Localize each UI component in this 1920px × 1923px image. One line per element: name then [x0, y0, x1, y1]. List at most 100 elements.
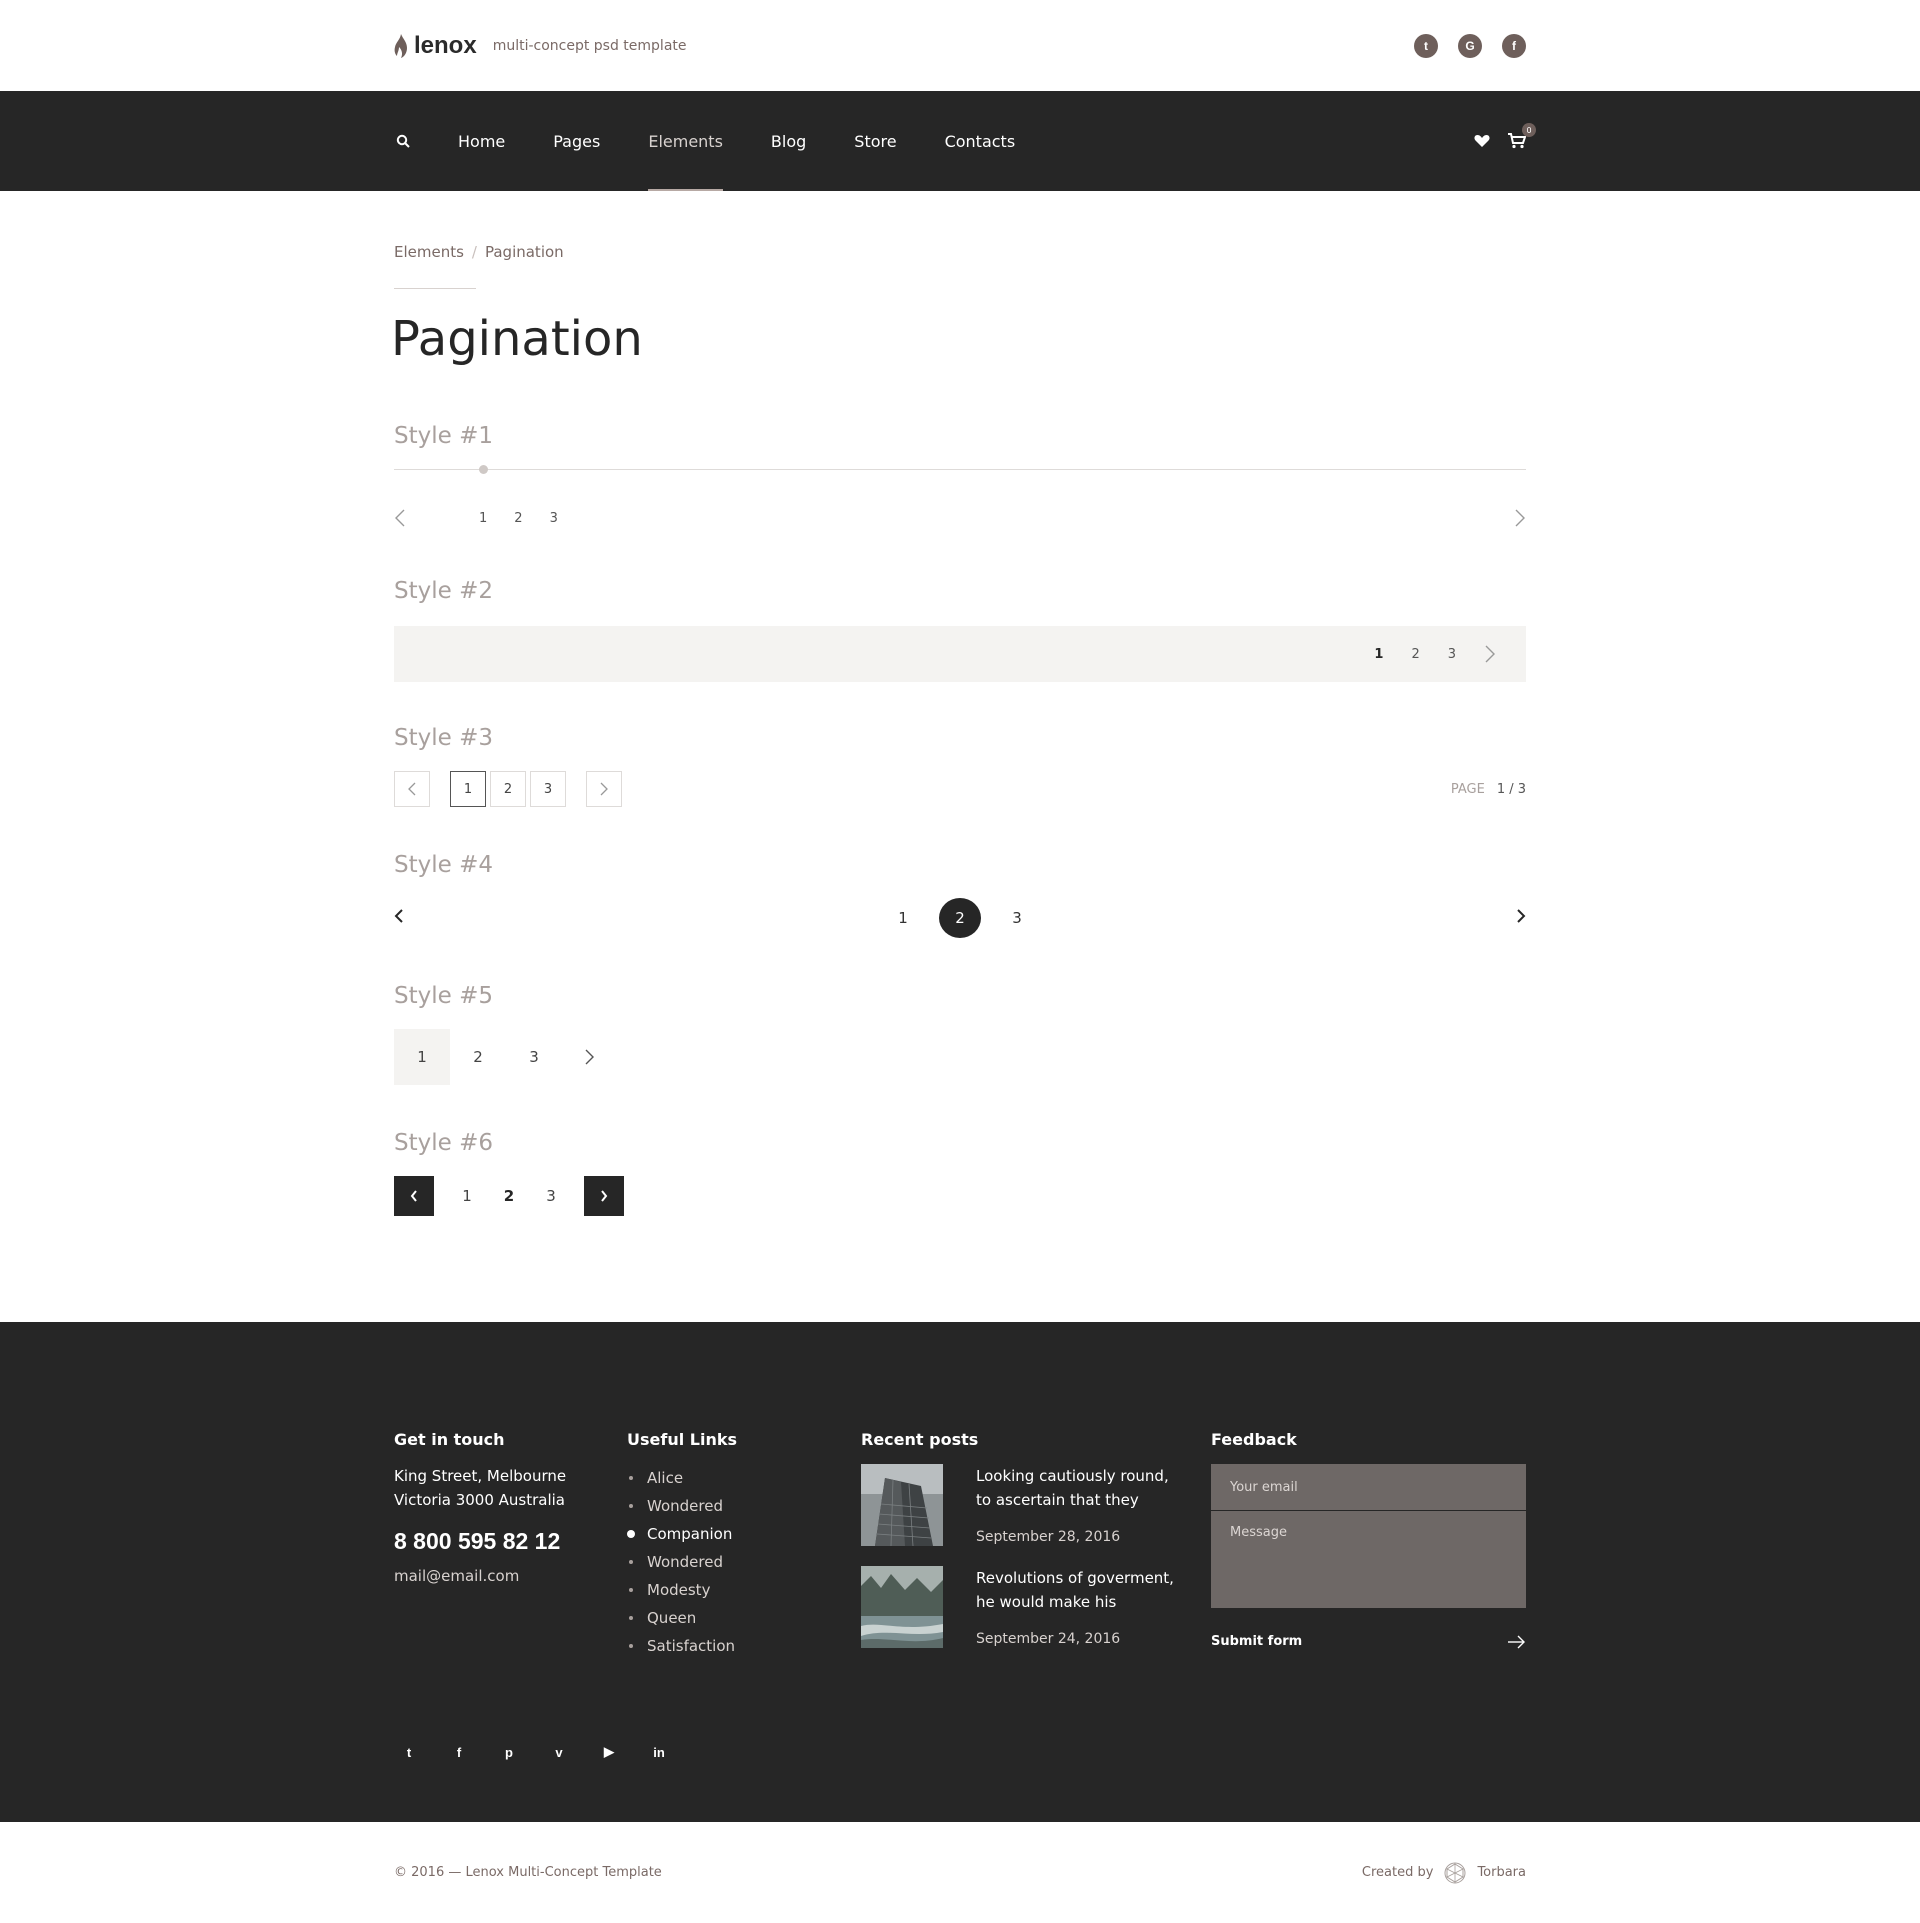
breadcrumb-elements[interactable]: Elements — [394, 243, 464, 261]
footer-link[interactable]: Wondered — [627, 1492, 861, 1520]
linkedin-icon[interactable]: in — [650, 1743, 668, 1761]
youtube-icon[interactable]: ▶ — [600, 1743, 618, 1761]
breadcrumb-separator: / — [471, 243, 477, 261]
progress-dot — [479, 465, 488, 474]
facebook-icon[interactable]: f — [1502, 33, 1526, 58]
page-2[interactable]: 2 — [939, 898, 981, 938]
prev-button[interactable] — [394, 1176, 434, 1216]
nav-home[interactable]: Home — [458, 91, 505, 191]
vimeo-icon[interactable]: v — [550, 1743, 568, 1761]
post-thumbnail-skyscraper — [861, 1464, 943, 1546]
page-3[interactable]: 3 — [530, 771, 566, 807]
recent-post[interactable]: Looking cautiously round, to ascertain t… — [861, 1464, 1211, 1546]
page-value: 1 / 3 — [1496, 781, 1526, 797]
copyright: © 2016 — Lenox Multi-Concept Template — [394, 1865, 662, 1880]
email-link[interactable]: mail@email.com — [394, 1567, 627, 1585]
submit-form-button[interactable]: Submit form — [1211, 1634, 1526, 1649]
cart-count-badge: 0 — [1522, 123, 1536, 137]
author-link[interactable]: Torbara — [1477, 1865, 1526, 1880]
next-button[interactable] — [584, 1176, 624, 1216]
page-2[interactable]: 2 — [1411, 647, 1419, 662]
page-2[interactable]: 2 — [514, 511, 522, 526]
page-1[interactable]: 1 — [450, 771, 486, 807]
footer-link[interactable]: Queen — [627, 1604, 861, 1632]
chevron-right-icon[interactable] — [562, 1047, 618, 1067]
feedback-email-input[interactable]: Your email — [1211, 1464, 1526, 1511]
main-content: Elements / Pagination Pagination Style #… — [391, 191, 1526, 1216]
google-icon[interactable]: G — [1458, 33, 1482, 58]
page-1[interactable]: 1 — [479, 511, 487, 526]
post-title[interactable]: Looking cautiously round, to ascertain t… — [976, 1464, 1176, 1512]
footer-link[interactable]: Wondered — [627, 1548, 861, 1576]
address-line-2: Victoria 3000 Australia — [394, 1491, 565, 1509]
page-1[interactable]: 1 — [882, 909, 924, 927]
footer-recent-posts: Recent posts Looking cautiously round, t… — [861, 1430, 1211, 1668]
heart-icon[interactable] — [1474, 134, 1490, 148]
pinterest-icon[interactable]: p — [500, 1743, 518, 1761]
nav-blog[interactable]: Blog — [771, 91, 806, 191]
feedback-message-input[interactable]: Message — [1211, 1511, 1526, 1608]
chevron-right-icon[interactable] — [1516, 908, 1526, 924]
facebook-icon[interactable]: f — [450, 1743, 468, 1761]
nav-pages[interactable]: Pages — [553, 91, 600, 191]
chevron-right-icon[interactable] — [1484, 644, 1496, 664]
page-3[interactable]: 3 — [1448, 647, 1456, 662]
address: King Street, Melbourne Victoria 3000 Aus… — [394, 1464, 627, 1512]
page-2[interactable]: 2 — [450, 1048, 506, 1066]
chevron-right-icon — [601, 1190, 608, 1202]
next-button[interactable] — [586, 771, 622, 807]
prev-button[interactable] — [394, 771, 430, 807]
flame-logo-icon — [394, 33, 407, 58]
footer-heading: Recent posts — [861, 1430, 979, 1449]
page-3[interactable]: 3 — [996, 909, 1038, 927]
page-1[interactable]: 1 — [446, 1187, 488, 1205]
page-3[interactable]: 3 — [530, 1187, 572, 1205]
page-2[interactable]: 2 — [490, 771, 526, 807]
pagination-style-1: Style #1 1 2 3 — [394, 423, 1526, 533]
style-label: Style #2 — [394, 578, 493, 604]
pagination-style-4: Style #4 1 2 3 — [394, 852, 1526, 938]
style-label: Style #4 — [394, 852, 493, 878]
logo[interactable]: lenox — [394, 32, 477, 60]
chevron-left-icon — [410, 1190, 417, 1202]
breadcrumb-current: Pagination — [484, 243, 564, 261]
footer-heading: Get in touch — [394, 1430, 505, 1449]
chevron-left-icon[interactable] — [394, 908, 404, 924]
page-2[interactable]: 2 — [488, 1187, 530, 1205]
cart-button[interactable]: 0 — [1508, 123, 1536, 149]
footer-links: Useful Links Alice Wondered Companion Wo… — [627, 1430, 861, 1668]
main-nav: Home Pages Elements Blog Store Contacts … — [0, 91, 1920, 191]
arrow-right-icon — [1508, 1635, 1525, 1648]
twitter-icon[interactable]: t — [400, 1743, 418, 1761]
post-title[interactable]: Revolutions of goverment, he would make … — [976, 1566, 1176, 1614]
chevron-left-icon — [408, 782, 416, 796]
page-1[interactable]: 1 — [1374, 647, 1383, 662]
bottom-bar: © 2016 — Lenox Multi-Concept Template Cr… — [0, 1822, 1920, 1923]
footer-link[interactable]: Satisfaction — [627, 1632, 861, 1660]
search-icon[interactable] — [396, 134, 410, 148]
page-title: Pagination — [391, 311, 643, 367]
twitter-icon[interactable]: t — [1414, 33, 1438, 58]
page-3[interactable]: 3 — [550, 511, 558, 526]
torbara-logo-icon — [1444, 1862, 1466, 1883]
nav-contacts[interactable]: Contacts — [945, 91, 1016, 191]
style-label: Style #1 — [394, 423, 493, 449]
address-line-1: King Street, Melbourne — [394, 1467, 567, 1485]
nav-store[interactable]: Store — [854, 91, 896, 191]
top-header: lenox multi-concept psd template t G f — [0, 0, 1920, 91]
page-indicator: PAGE 1 / 3 — [1451, 782, 1526, 797]
page-1[interactable]: 1 — [394, 1029, 450, 1085]
footer-contact: Get in touch King Street, Melbourne Vict… — [394, 1430, 627, 1668]
chevron-left-icon[interactable] — [394, 508, 406, 528]
page-3[interactable]: 3 — [506, 1048, 562, 1066]
post-thumbnail-river — [861, 1566, 943, 1648]
footer-link[interactable]: Companion — [627, 1520, 861, 1548]
nav-elements[interactable]: Elements — [648, 91, 723, 191]
footer-link[interactable]: Modesty — [627, 1576, 861, 1604]
footer-heading: Feedback — [1211, 1430, 1297, 1449]
chevron-right-icon[interactable] — [1514, 508, 1526, 528]
header-social: t G f — [1414, 33, 1526, 58]
post-date: September 24, 2016 — [976, 1631, 1121, 1647]
recent-post[interactable]: Revolutions of goverment, he would make … — [861, 1566, 1211, 1648]
footer-link[interactable]: Alice — [627, 1464, 861, 1492]
